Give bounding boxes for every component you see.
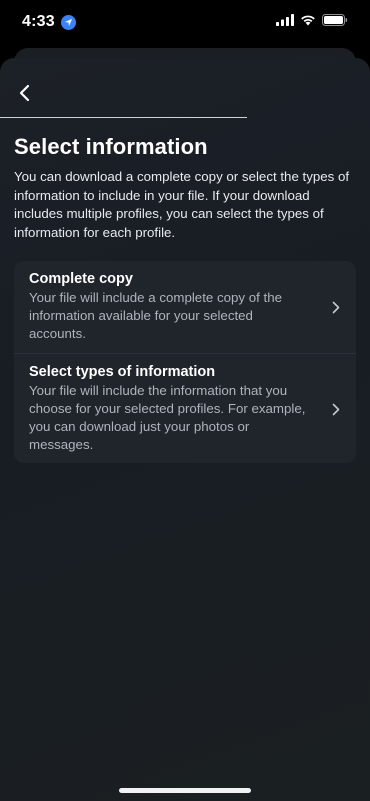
options-card: Complete copy Your file will include a c… (14, 261, 356, 463)
chevron-left-icon (18, 84, 30, 107)
chevron-right-icon (330, 300, 342, 314)
status-right (276, 13, 348, 31)
signal-icon (276, 13, 294, 31)
battery-icon (322, 13, 348, 31)
status-time: 4:33 (22, 13, 55, 30)
page-title: Select information (14, 134, 208, 159)
status-bar: 4:33 (0, 0, 370, 44)
option-description: Your file will include the information t… (29, 383, 306, 452)
option-select-types[interactable]: Select types of information Your file wi… (14, 353, 356, 463)
header-divider (0, 117, 247, 118)
screen: 4:33 Select information You can download… (0, 0, 370, 801)
option-complete-copy[interactable]: Complete copy Your file will include a c… (14, 261, 356, 353)
wifi-icon (300, 13, 316, 31)
status-left: 4:33 (22, 13, 76, 31)
modal-sheet: Select information You can download a co… (0, 58, 370, 801)
page-description: You can download a complete copy or sele… (14, 169, 350, 240)
back-button[interactable] (12, 80, 36, 110)
option-title: Select types of information (29, 364, 216, 380)
option-title: Complete copy (29, 271, 133, 287)
home-indicator[interactable] (119, 788, 251, 793)
option-description: Your file will include a complete copy o… (29, 290, 283, 341)
chevron-right-icon (330, 402, 342, 416)
location-arrow-icon (60, 14, 76, 30)
